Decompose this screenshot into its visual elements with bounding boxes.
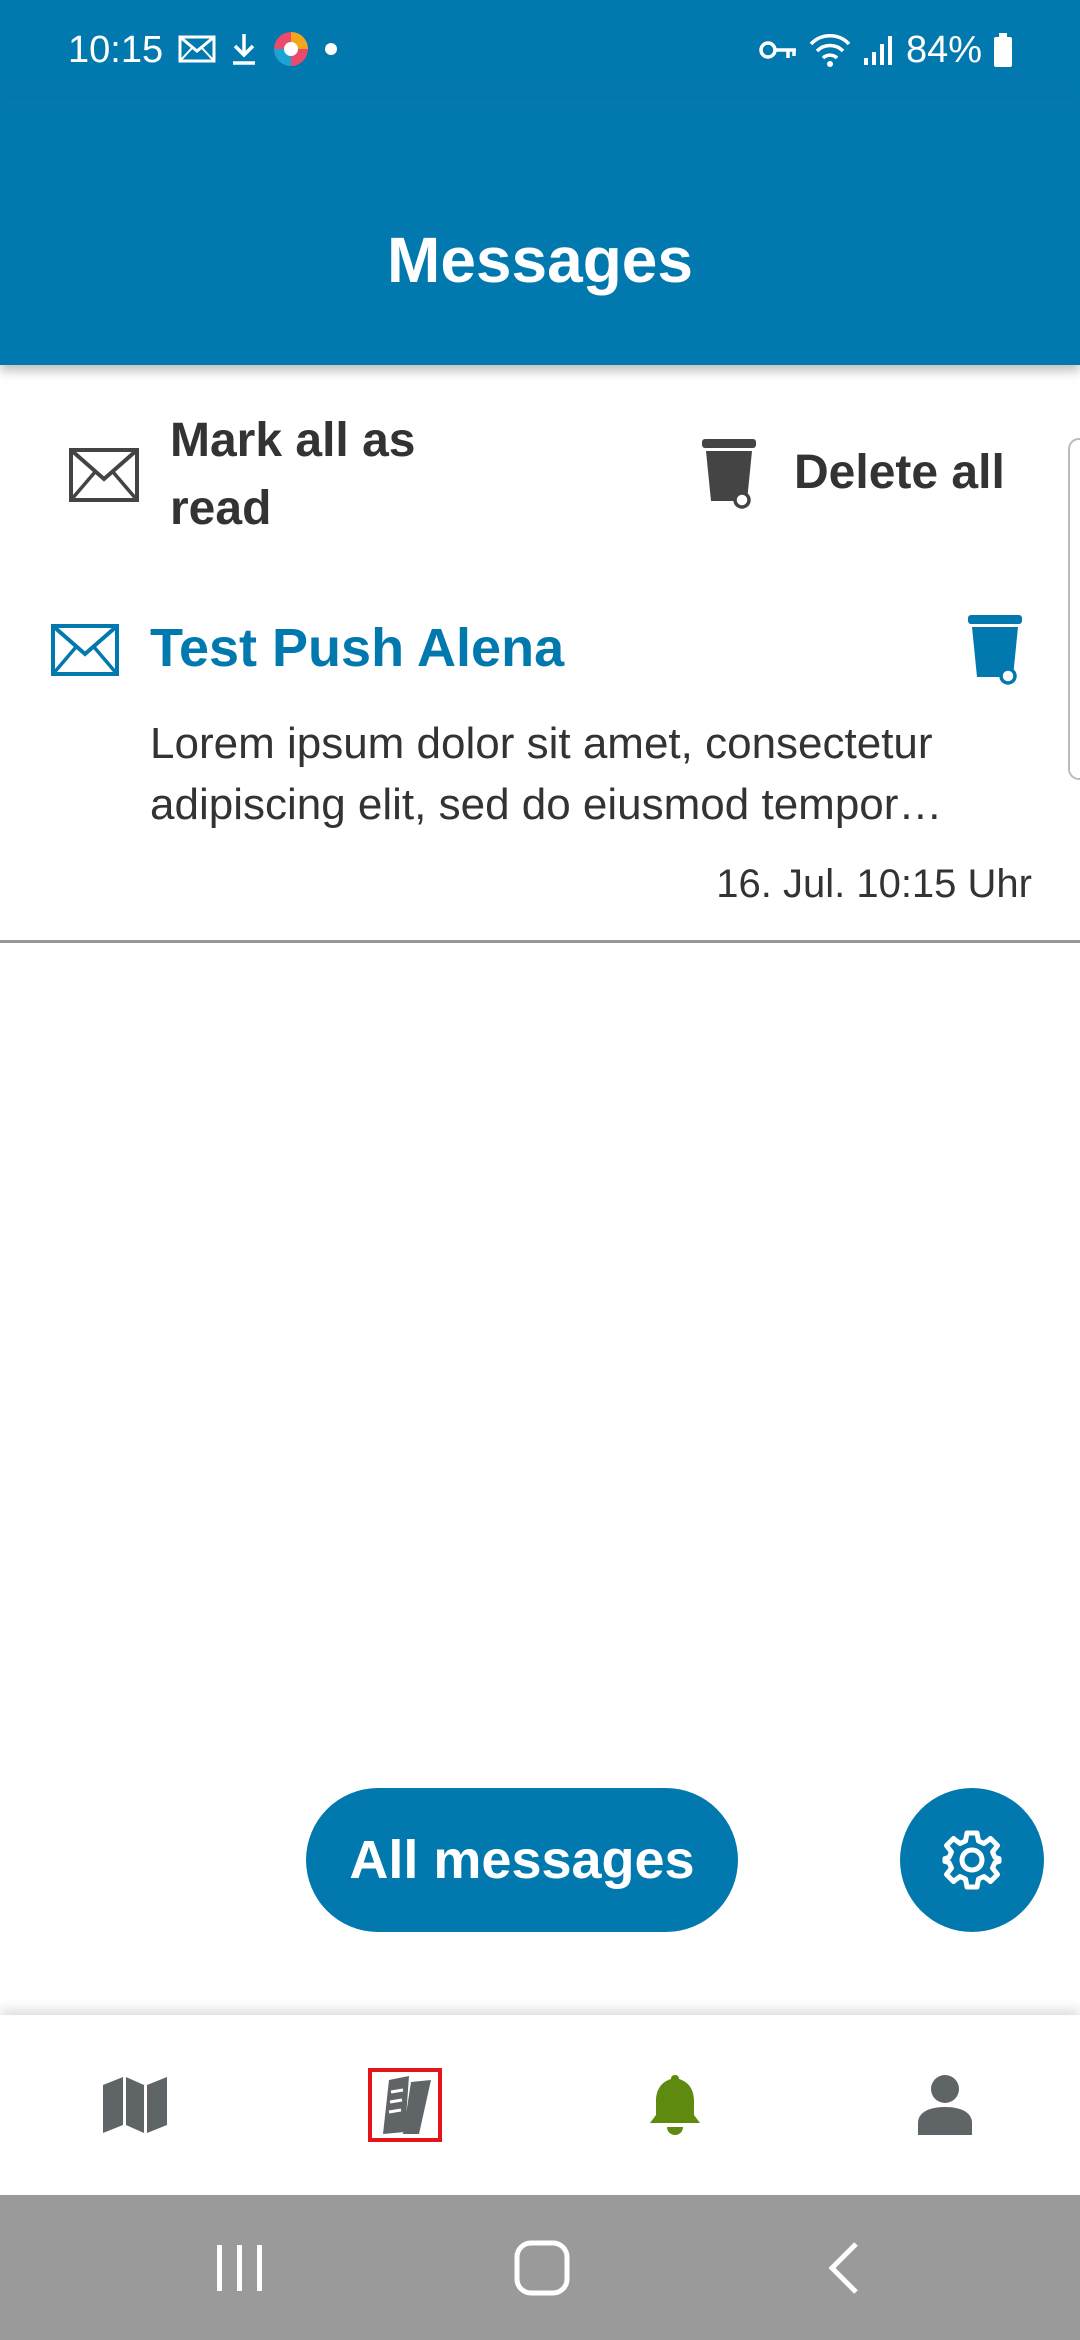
unread-envelope-icon — [51, 624, 119, 676]
status-bar: 10:15 84% — [0, 0, 1080, 100]
battery-icon — [994, 33, 1012, 67]
status-notification-icons — [178, 30, 338, 68]
trash-bin-icon — [702, 439, 756, 509]
tickets-highlight-box — [368, 2068, 442, 2142]
mail-icon — [178, 35, 216, 63]
back-icon — [828, 2241, 858, 2294]
nav-item-map[interactable] — [0, 2015, 270, 2195]
settings-button[interactable] — [900, 1788, 1044, 1932]
status-system-icons: 84% — [758, 26, 1014, 74]
bell-icon — [650, 2075, 700, 2135]
mark-all-read-label: Mark all as read — [170, 414, 416, 535]
app-header: Messages — [0, 100, 1080, 365]
delete-all-label: Delete all — [794, 446, 1005, 499]
nav-item-profile[interactable] — [810, 2015, 1080, 2195]
message-title: Test Push Alena — [150, 618, 565, 678]
delete-all-button[interactable]: Delete all — [698, 435, 1005, 511]
mark-all-read-button[interactable]: Mark all as read — [68, 405, 488, 545]
system-navigation-bar — [0, 2195, 1080, 2340]
delete-message-icon[interactable] — [964, 611, 1026, 687]
battery-percentage: 84% — [905, 29, 982, 71]
message-timestamp: 16. Jul. 10:15 Uhr — [716, 862, 1032, 906]
person-icon — [918, 2075, 972, 2135]
envelope-icon — [69, 448, 139, 502]
message-list-item[interactable]: Test Push Alena Lorem ipsum dolor sit am… — [0, 575, 1080, 943]
back-button[interactable] — [744, 2195, 944, 2340]
map-icon — [103, 2077, 167, 2133]
recent-apps-icon — [217, 2244, 262, 2291]
nav-item-notifications[interactable] — [540, 2015, 810, 2195]
vpn-key-icon — [759, 41, 796, 59]
wifi-icon — [809, 34, 851, 67]
signal-icon — [863, 36, 892, 65]
dot-icon — [325, 43, 337, 55]
home-icon — [514, 2240, 570, 2295]
gear-icon — [942, 1830, 1002, 1890]
browser-icon — [274, 32, 308, 66]
recent-apps-button[interactable] — [140, 2195, 340, 2340]
download-icon — [233, 34, 255, 65]
all-messages-button[interactable]: All messages — [306, 1788, 738, 1932]
page-title: Messages — [387, 224, 693, 296]
bottom-navigation — [0, 2015, 1080, 2195]
message-preview: Lorem ipsum dolor sit amet, consectetur … — [150, 719, 933, 829]
home-button[interactable] — [442, 2195, 642, 2340]
message-actions-row: Mark all as read Delete all — [0, 365, 1080, 575]
status-time: 10:15 — [68, 29, 164, 71]
